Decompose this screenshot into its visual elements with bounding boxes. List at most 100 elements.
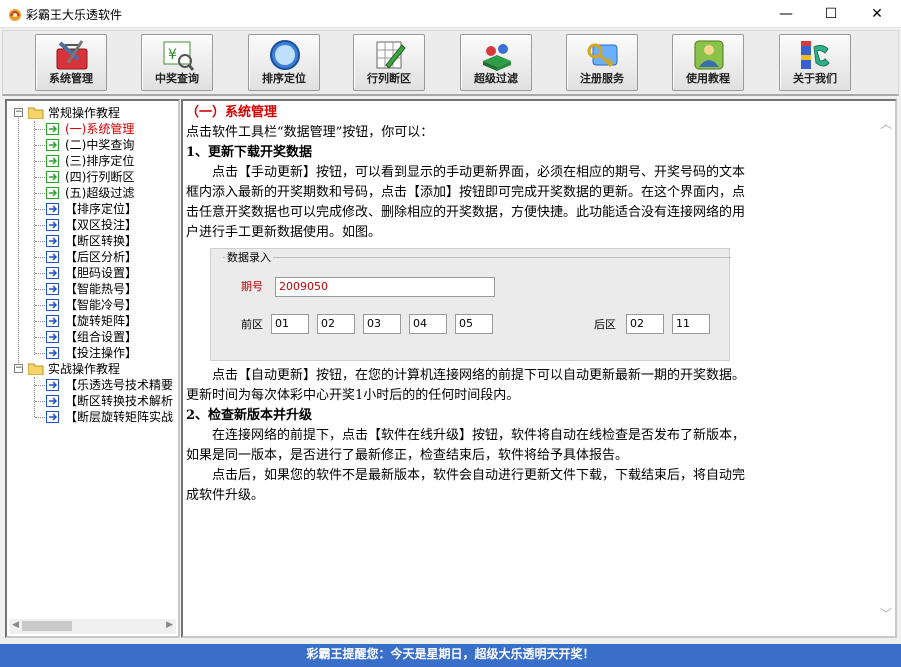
tree-group-regular[interactable]: − 常规操作教程 xyxy=(7,105,177,121)
auto-update-paragraph: 点击【自动更新】按钮，在您的计算机连接网络的前提下可以自动更新最新一期的开奖数据… xyxy=(186,368,746,403)
blue-doc-icon xyxy=(46,283,59,295)
blue-doc-icon xyxy=(46,411,59,423)
sort-position-button[interactable]: 排序定位 xyxy=(248,34,320,91)
title-bar: 彩霸王大乐透软件 — ☐ ✕ xyxy=(0,0,901,28)
intro-text: 点击软件工具栏“数据管理”按钮，你可以： xyxy=(186,125,434,140)
tree-item[interactable]: 【后区分析】 xyxy=(7,249,177,265)
data-entry-screenshot: 数据录入 期号 2009050 前区 01 02 03 04 05 后区 02 … xyxy=(210,248,731,361)
toolbar-label: 超级过滤 xyxy=(474,72,518,85)
status-bar: 彩霸王提醒您：今天是星期日，超级大乐透明天开奖！ xyxy=(0,644,901,667)
tree-item-label: (一)系统管理 xyxy=(65,122,135,136)
key-icon xyxy=(587,43,618,68)
minimize-button[interactable]: — xyxy=(763,0,809,28)
blue-doc-icon xyxy=(46,267,59,279)
data-entry-legend: 数据录入 xyxy=(225,251,273,265)
tree-item-label: 【智能热号】 xyxy=(65,282,138,296)
window-title: 彩霸王大乐透软件 xyxy=(26,8,123,22)
tree-group-label: 常规操作教程 xyxy=(48,106,121,120)
toolbar-label: 注册服务 xyxy=(580,72,624,85)
green-doc-icon xyxy=(46,171,59,183)
tutorial-content: （一）系统管理 点击软件工具栏“数据管理”按钮，你可以： 1、更新下载开奖数据 … xyxy=(181,99,897,638)
row-column-break-button[interactable]: 行列断区 xyxy=(353,34,425,91)
scrollbar-thumb[interactable] xyxy=(22,621,72,631)
front-number-field: 05 xyxy=(455,314,493,334)
front-zone-label: 前区 xyxy=(241,318,263,331)
blue-doc-icon xyxy=(46,331,59,343)
toolbar-label: 使用教程 xyxy=(686,72,730,85)
content-heading: （一）系统管理 xyxy=(186,105,278,120)
toolbar-label: 系统管理 xyxy=(49,72,93,85)
blue-doc-icon xyxy=(46,395,59,407)
tree-item[interactable]: (五)超级过滤 xyxy=(7,185,177,201)
scroll-left-icon[interactable]: ◀ xyxy=(12,620,19,630)
tree-item[interactable]: 【断区转换技术解析 xyxy=(7,393,177,409)
blue-doc-icon xyxy=(46,315,59,327)
tree-item[interactable]: (二)中奖查询 xyxy=(7,137,177,153)
scroll-up-icon[interactable]: ︿ xyxy=(880,115,892,132)
collapse-icon[interactable]: − xyxy=(14,108,23,117)
maximize-button[interactable]: ☐ xyxy=(808,0,854,28)
tree-item-label: 【双区投注】 xyxy=(65,218,138,232)
registration-service-button[interactable]: 注册服务 xyxy=(566,34,638,91)
scroll-right-icon[interactable]: ▶ xyxy=(166,620,173,630)
tree-item-label: (二)中奖查询 xyxy=(65,138,135,152)
green-doc-icon xyxy=(46,155,59,167)
blue-doc-icon xyxy=(46,347,59,359)
tree-item[interactable]: 【断区转换】 xyxy=(7,233,177,249)
back-zone-label: 后区 xyxy=(594,318,616,331)
tutorial-tree[interactable]: − 常规操作教程 (一)系统管理 (二)中奖查询 (三)排序定位 (四)行列断区… xyxy=(5,99,180,638)
tree-item[interactable]: (一)系统管理 xyxy=(7,121,177,137)
tree-item-label: (四)行列断区 xyxy=(65,170,135,184)
front-number-field: 04 xyxy=(409,314,447,334)
tree-item[interactable]: (三)排序定位 xyxy=(7,153,177,169)
prize-query-button[interactable]: ¥ 中奖查询 xyxy=(141,34,213,91)
close-button[interactable]: ✕ xyxy=(854,0,900,28)
tree-item[interactable]: 【旋转矩阵】 xyxy=(7,313,177,329)
tree-item[interactable]: 【双区投注】 xyxy=(7,217,177,233)
about-us-button[interactable]: 关于我们 xyxy=(779,34,851,91)
blue-doc-icon xyxy=(46,299,59,311)
main-toolbar: 系统管理 ¥ 中奖查询 排序定位 行列断区 超级过滤 注册服务 使用教程 关于我… xyxy=(2,30,899,96)
app-logo-icon xyxy=(9,9,21,21)
front-number-field: 01 xyxy=(271,314,309,334)
section1-title: 1、更新下载开奖数据 xyxy=(186,145,313,160)
content-vertical-scrollbar[interactable]: ︿ ﹀ xyxy=(877,101,895,636)
super-filter-button[interactable]: 超级过滤 xyxy=(460,34,532,91)
compass-icon xyxy=(270,40,300,70)
tree-item[interactable]: 【断层旋转矩阵实战 xyxy=(7,409,177,425)
folder-open-icon xyxy=(28,363,44,375)
tree-item-label: 【智能冷号】 xyxy=(65,298,138,312)
tree-item-label: 【后区分析】 xyxy=(65,250,138,264)
tree-item[interactable]: (四)行列断区 xyxy=(7,169,177,185)
tree-item[interactable]: 【组合设置】 xyxy=(7,329,177,345)
tree-item[interactable]: 【乐透选号技术精要 xyxy=(7,377,177,393)
tree-item-label: 【断区转换】 xyxy=(65,234,138,248)
system-management-button[interactable]: 系统管理 xyxy=(35,34,107,91)
blue-doc-icon xyxy=(46,235,59,247)
tree-item[interactable]: 【智能冷号】 xyxy=(7,297,177,313)
green-doc-icon xyxy=(46,123,59,135)
tree-group-label: 实战操作教程 xyxy=(48,362,121,376)
tree-item-label: 【断层旋转矩阵实战 xyxy=(65,410,174,424)
blue-doc-icon xyxy=(46,251,59,263)
tree-item-label: 【胆码设置】 xyxy=(65,266,138,280)
front-number-field: 02 xyxy=(317,314,355,334)
tree-item[interactable]: 【投注操作】 xyxy=(7,345,177,361)
scroll-down-icon[interactable]: ﹀ xyxy=(880,605,892,622)
tree-item[interactable]: 【胆码设置】 xyxy=(7,265,177,281)
tree-item[interactable]: 【智能热号】 xyxy=(7,281,177,297)
tree-group-practical[interactable]: − 实战操作教程 xyxy=(7,361,177,377)
section2-title: 2、检查新版本并升级 xyxy=(186,408,313,423)
blue-doc-icon xyxy=(46,219,59,231)
toolbar-label: 中奖查询 xyxy=(155,72,199,85)
tree-item-label: (三)排序定位 xyxy=(65,154,135,168)
green-doc-icon xyxy=(46,139,59,151)
tree-item-label: (五)超级过滤 xyxy=(65,186,135,200)
tutorial-button[interactable]: 使用教程 xyxy=(672,34,744,91)
back-number-field: 11 xyxy=(672,314,710,334)
svg-text:¥: ¥ xyxy=(168,47,177,63)
collapse-icon[interactable]: − xyxy=(14,364,23,373)
tree-horizontal-scrollbar[interactable]: ◀ ▶ xyxy=(9,619,176,634)
tree-item-label: 【投注操作】 xyxy=(65,346,138,360)
tree-item[interactable]: 【排序定位】 xyxy=(7,201,177,217)
